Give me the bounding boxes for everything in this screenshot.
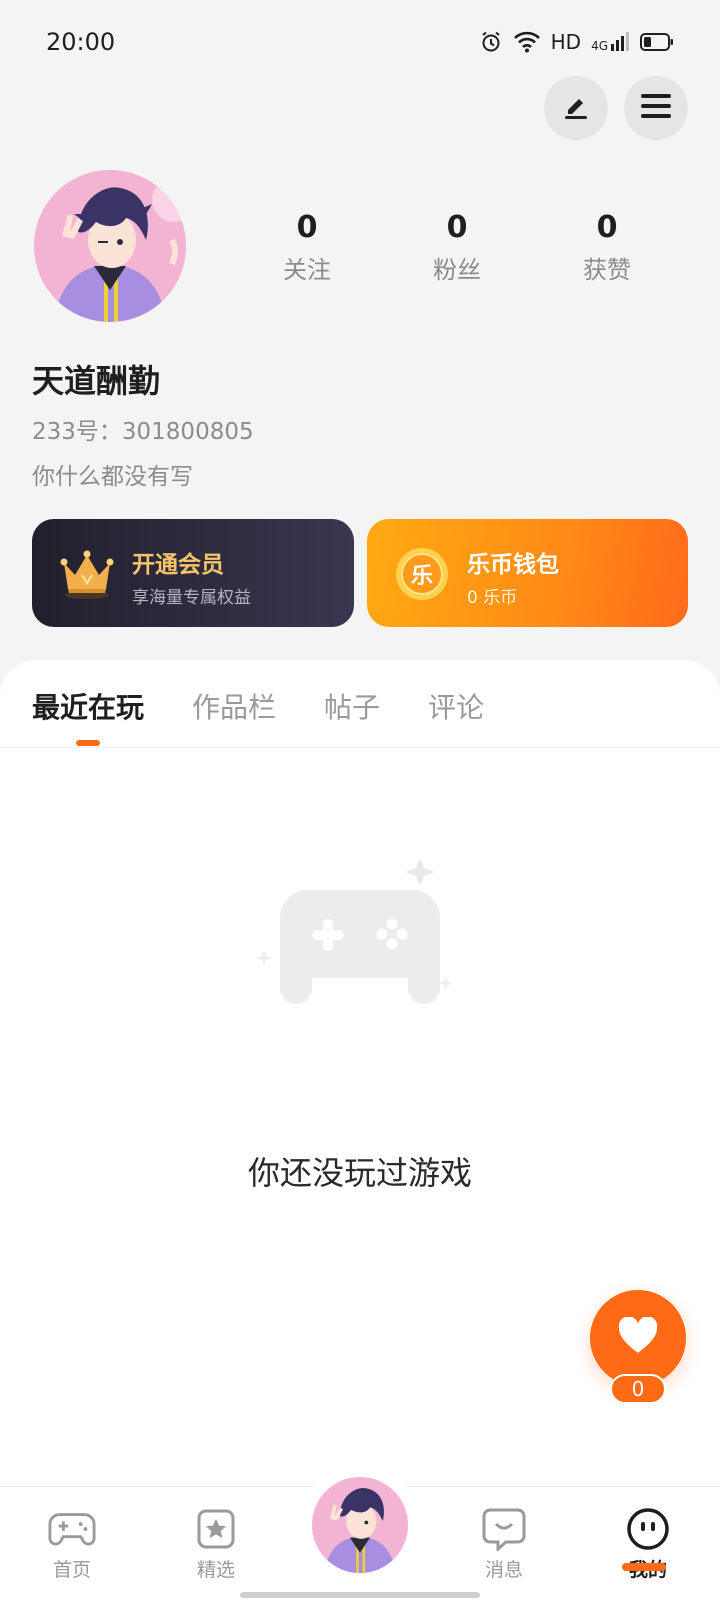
tab-comments[interactable]: 评论	[428, 686, 484, 726]
wallet-title: 乐币钱包	[467, 552, 559, 578]
gamepad-icon	[48, 1507, 96, 1551]
profile-stats: 0 关注 0 粉丝 0 获赞	[232, 210, 682, 285]
wallet-balance: 0 乐币	[467, 588, 518, 608]
stat-likes[interactable]: 0 获赞	[532, 210, 682, 285]
star-icon	[192, 1507, 240, 1551]
username: 天道酬勤	[32, 362, 161, 400]
pencil-icon	[561, 91, 591, 125]
heart-icon	[617, 1316, 659, 1359]
crown-icon	[58, 545, 116, 603]
nav-label: 首页	[52, 1559, 91, 1581]
home-indicator[interactable]	[240, 1592, 480, 1598]
gamepad-icon	[250, 840, 470, 1030]
nav-label: 精选	[196, 1559, 235, 1581]
empty-state-text: 你还没玩过游戏	[247, 1154, 472, 1192]
stat-following[interactable]: 0 关注	[232, 210, 382, 285]
vip-title: 开通会员	[132, 552, 224, 578]
tab-posts[interactable]: 帖子	[324, 686, 380, 726]
battery-icon	[640, 32, 674, 52]
nav-me[interactable]: 我的	[598, 1507, 698, 1582]
tab-recently-played[interactable]: 最近在玩	[32, 686, 144, 726]
bottom-nav: 首页 精选 消息	[0, 1465, 720, 1600]
stat-value: 0	[596, 210, 618, 245]
network-label: HD	[550, 30, 582, 54]
coin-icon-text: 乐	[410, 564, 433, 589]
coin-icon: 乐	[393, 545, 451, 603]
edit-profile-button[interactable]	[544, 76, 608, 140]
avatar	[312, 1477, 408, 1573]
stat-value: 0	[446, 210, 468, 245]
vip-card[interactable]: 开通会员 享海量专属权益	[32, 519, 354, 627]
stat-label: 粉丝	[433, 256, 481, 284]
profile-tabs: 最近在玩 作品栏 帖子 评论	[0, 660, 720, 748]
tab-works[interactable]: 作品栏	[192, 686, 276, 726]
status-time: 20:00	[46, 28, 116, 56]
user-id: 233号：301800805	[32, 419, 254, 445]
stat-label: 关注	[283, 256, 331, 284]
stat-followers[interactable]: 0 粉丝	[382, 210, 532, 285]
like-count: 0	[610, 1374, 666, 1404]
cellular-label: 4G	[591, 39, 608, 53]
stat-label: 获赞	[583, 256, 631, 284]
nav-home[interactable]: 首页	[22, 1507, 122, 1582]
tab-indicator	[76, 740, 100, 746]
wifi-icon	[513, 31, 541, 53]
status-bar: 20:00 HD 4G	[0, 0, 720, 88]
face-icon	[624, 1507, 672, 1551]
menu-button[interactable]	[624, 76, 688, 140]
like-button[interactable]	[590, 1290, 686, 1386]
status-icons: HD 4G	[479, 30, 674, 54]
alarm-icon	[479, 30, 503, 54]
vip-subtitle: 享海量专属权益	[132, 588, 251, 608]
menu-icon	[641, 93, 671, 123]
nav-label: 消息	[484, 1559, 523, 1581]
nav-featured[interactable]: 精选	[166, 1507, 266, 1582]
cellular-icon: 4G	[591, 32, 630, 52]
nav-center-avatar[interactable]	[300, 1465, 420, 1585]
stat-value: 0	[296, 210, 318, 245]
nav-active-indicator	[622, 1563, 666, 1571]
chat-icon	[480, 1507, 528, 1551]
wallet-card[interactable]: 乐 乐币钱包 0 乐币	[367, 519, 688, 627]
user-bio[interactable]: 你什么都没有写	[32, 457, 193, 491]
avatar[interactable]	[34, 170, 186, 322]
nav-messages[interactable]: 消息	[454, 1507, 554, 1582]
